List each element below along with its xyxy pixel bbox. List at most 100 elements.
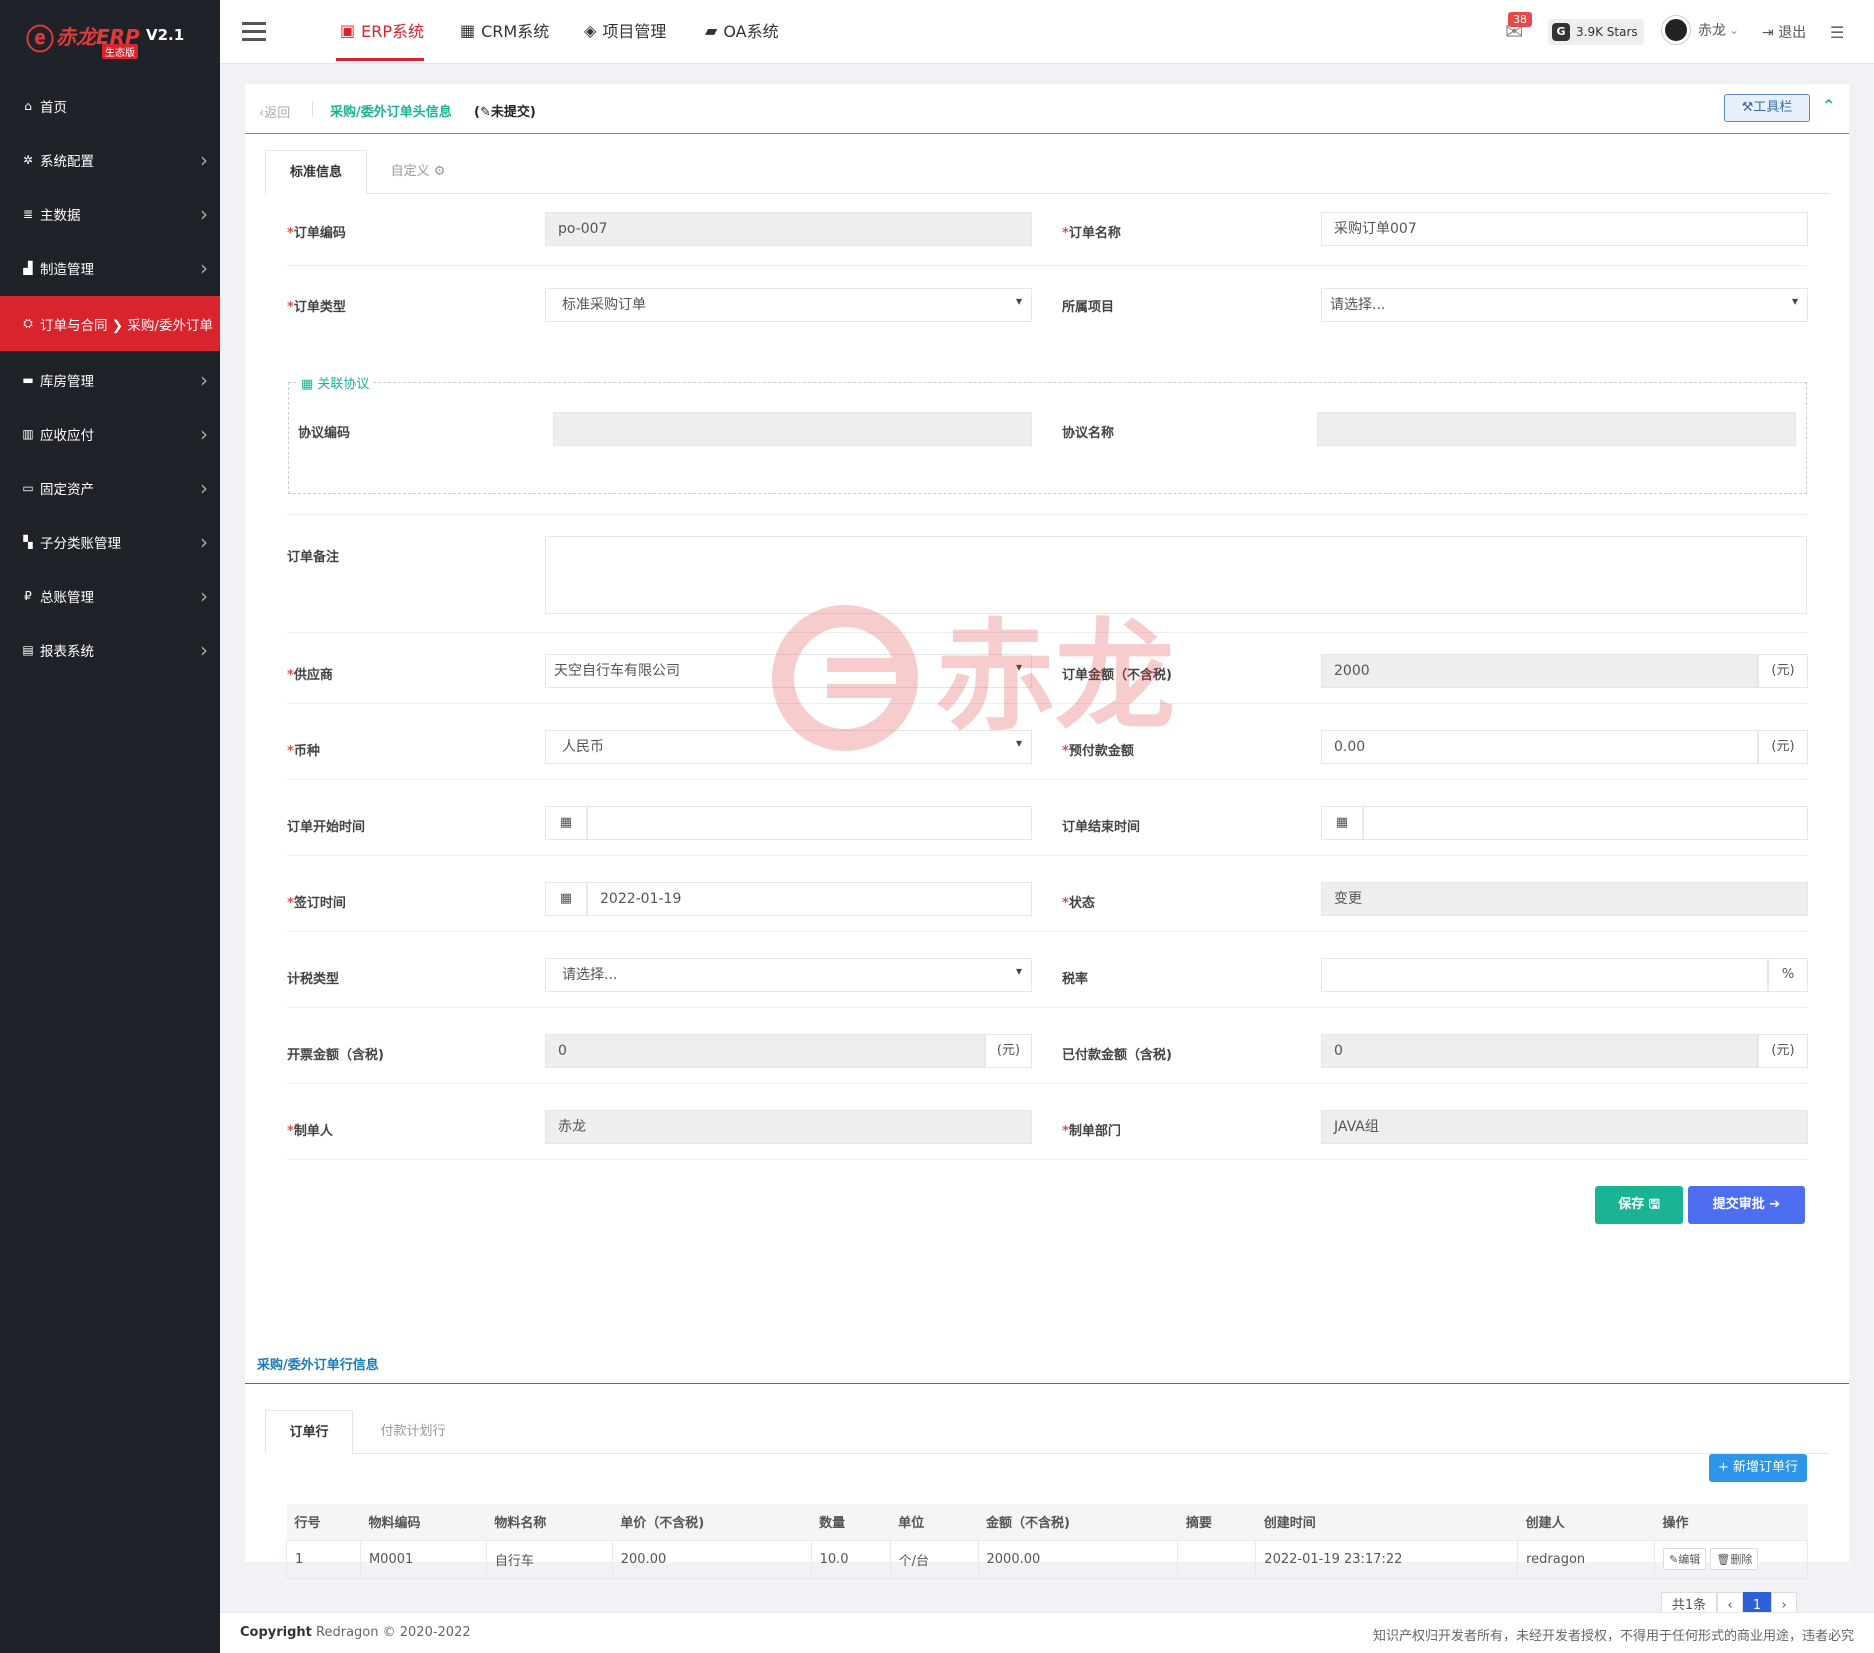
amount-label: 订单金额（不含税) <box>1062 664 1172 683</box>
column-header: 摘要 <box>1177 1504 1256 1541</box>
sidebar-item-label: 订单与合同 ❯ 采购/委外订单 <box>40 317 213 334</box>
label-text: 订单开始时间 <box>287 820 366 835</box>
tab-custom[interactable]: 自定义 ⚙ <box>367 150 469 194</box>
chevron-right-icon: › <box>200 255 208 280</box>
sidebar-item-2[interactable]: ≣ 主数据 › <box>0 186 220 241</box>
column-header: 数量 <box>811 1504 891 1541</box>
order-code-label: *订单编码 <box>287 222 346 241</box>
unit-addon: (元) <box>1758 730 1808 764</box>
end-date-field[interactable] <box>1363 806 1808 840</box>
table-row[interactable]: 1 M0001 自行车 200.00 10.0 个/台 2000.00 2022-01-19 … <box>286 1539 1808 1579</box>
tab-standard[interactable]: 标准信息 <box>265 150 367 194</box>
order-name-field[interactable]: 采购订单007 <box>1321 212 1808 246</box>
truck-icon: ▬ <box>22 372 34 387</box>
toolbar-label: 工具栏 <box>1753 100 1793 115</box>
remark-field[interactable] <box>545 536 1807 614</box>
project-field[interactable]: 请选择... <box>1321 288 1808 322</box>
app-logo[interactable]: ⓔ 赤龙ERP V2.1 生态版 <box>26 16 206 60</box>
invoice-amount-field: 0 <box>545 1034 985 1068</box>
tax-type-field[interactable]: 请选择... <box>545 958 1032 992</box>
label-text: 已付款金额（含税) <box>1062 1048 1172 1063</box>
label-text: 币种 <box>293 744 320 759</box>
submit-approval-button[interactable]: 提交审批 ➔ <box>1688 1186 1805 1224</box>
sidebar-item-label: 总账管理 <box>40 589 94 606</box>
sidebar-item-label: 库房管理 <box>40 373 94 390</box>
ruble-icon: ₽ <box>24 588 32 603</box>
topnav-item-1[interactable]: ▦ CRM系统 <box>460 18 549 42</box>
prepay-field[interactable]: 0.00 <box>1321 730 1758 764</box>
required-mark: * <box>1062 896 1069 911</box>
sidebar-item-8[interactable]: ▚ 子分类账管理 › <box>0 514 220 569</box>
user-menu[interactable]: 赤龙 ⌄ <box>1662 16 1739 44</box>
save-button[interactable]: 保存 🖫 <box>1595 1186 1683 1224</box>
required-mark: * <box>287 226 294 241</box>
supplier-field[interactable]: 天空自行车有限公司 <box>545 654 1032 688</box>
topnav-item-0[interactable]: ▣ ERP系统 <box>340 18 424 42</box>
prepay-label: *预付款金额 <box>1062 740 1134 759</box>
select-arrow-icon: ▾ <box>1792 294 1799 308</box>
sidebar-item-4[interactable]: ⛭ 订单与合同 ❯ 采购/委外订单 <box>0 296 220 351</box>
column-header: 操作 <box>1654 1504 1808 1541</box>
sidebar-item-10[interactable]: ▤ 报表系统 › <box>0 622 220 677</box>
sidebar-item-5[interactable]: ▬ 库房管理 › <box>0 352 220 407</box>
order-type-field[interactable]: 标准采购订单 <box>545 288 1032 322</box>
calendar-icon[interactable]: ▦ <box>545 882 587 916</box>
delete-button[interactable]: 🗑删除 <box>1710 1548 1759 1570</box>
topnav-item-3[interactable]: ▰ OA系统 <box>705 18 779 42</box>
hamburger-menu-icon[interactable] <box>242 22 266 42</box>
edit-button[interactable]: ✎编辑 <box>1663 1548 1707 1570</box>
required-mark: * <box>287 1124 294 1139</box>
topnav-label: ERP系统 <box>361 22 425 41</box>
calendar-icon[interactable]: ▦ <box>1321 806 1363 840</box>
logout-button[interactable]: ⇥ 退出 <box>1762 22 1806 42</box>
settings-menu-icon[interactable]: ☰ <box>1830 23 1844 42</box>
creator-label: *制单人 <box>287 1120 333 1139</box>
tab-order-lines[interactable]: 订单行 <box>265 1410 353 1454</box>
top-bar: ▣ ERP系统 ▦ CRM系统 ◈ 项目管理 ▰ OA系统 ✉ 38 G 3.9K Stars … <box>220 0 1874 64</box>
select-arrow-icon: ▾ <box>1016 964 1023 978</box>
paid-amount-label: 已付款金额（含税) <box>1062 1044 1172 1063</box>
tab-payment-plan[interactable]: 付款计划行 <box>353 1410 473 1454</box>
label-text: 订单类型 <box>293 300 346 315</box>
project-label: 所属项目 <box>1062 296 1114 315</box>
order-state: (✎未提交) <box>474 105 536 120</box>
select-arrow-icon: ▾ <box>1016 294 1023 308</box>
chevron-right-icon: › <box>200 637 208 662</box>
sidebar-item-9[interactable]: ₽ 总账管理 › <box>0 568 220 623</box>
github-stars-button[interactable]: G 3.9K Stars <box>1548 19 1644 45</box>
toolbar-button[interactable]: ⚒工具栏 <box>1724 94 1810 122</box>
bar-chart-icon: ▟ <box>23 260 33 275</box>
column-header: 物料名称 <box>486 1504 613 1541</box>
calendar-icon[interactable]: ▦ <box>545 806 587 840</box>
agreement-name-label: 协议名称 <box>1062 422 1114 441</box>
currency-field[interactable]: 人民币 <box>545 730 1032 764</box>
sidebar-item-label: 子分类账管理 <box>40 535 121 552</box>
column-header: 金额（不含税) <box>978 1504 1178 1541</box>
sidebar-item-1[interactable]: ✲ 系统配置 › <box>0 132 220 187</box>
agreement-code-label: 协议编码 <box>298 422 350 441</box>
required-mark: * <box>287 744 294 759</box>
department-label: *制单部门 <box>1062 1120 1121 1139</box>
start-date-field[interactable] <box>587 806 1032 840</box>
active-nav-underline <box>336 58 424 61</box>
label-text: 协议名称 <box>1062 426 1115 441</box>
panel-title: 采购/委外订单头信息 <box>330 105 452 120</box>
sign-date-field[interactable]: 2022-01-19 <box>587 882 1032 916</box>
collapse-icon[interactable]: ⌃ <box>1822 96 1835 115</box>
topnav-item-2[interactable]: ◈ 项目管理 <box>584 18 666 42</box>
sidebar-item-3[interactable]: ▟ 制造管理 › <box>0 240 220 295</box>
back-link[interactable]: ‹返回 <box>259 102 290 121</box>
column-header: 创建人 <box>1517 1504 1655 1541</box>
back-label: 返回 <box>264 106 291 121</box>
table-cell: 自行车 <box>485 1539 613 1579</box>
sidebar-item-7[interactable]: ▭ 固定资产 › <box>0 460 220 515</box>
sidebar-item-0[interactable]: ⌂ 首页 <box>0 78 220 133</box>
add-line-button[interactable]: + 新增订单行 <box>1709 1454 1807 1482</box>
table-cell: 2000.00 <box>977 1539 1179 1579</box>
divider <box>287 632 1807 633</box>
tax-rate-field[interactable] <box>1321 958 1768 992</box>
creator-field: 赤龙 <box>545 1110 1032 1144</box>
sidebar-item-label: 系统配置 <box>40 153 94 170</box>
logout-label: 退出 <box>1778 25 1807 41</box>
sidebar-item-6[interactable]: ▥ 应收应付 › <box>0 406 220 461</box>
